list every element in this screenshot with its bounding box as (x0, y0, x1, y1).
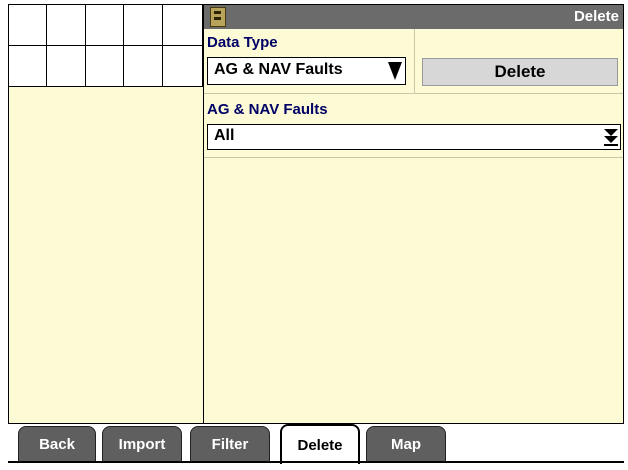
delete-button[interactable]: Delete (422, 58, 618, 86)
divider (204, 93, 623, 94)
dropdown-arrow-icon (388, 62, 402, 80)
tab-back[interactable]: Back (18, 426, 96, 462)
grid-cell[interactable] (86, 5, 124, 46)
window-title: Delete (573, 8, 619, 25)
grid-cell[interactable] (86, 46, 124, 87)
left-panel (8, 4, 204, 424)
grid-cell[interactable] (9, 5, 47, 46)
data-type-label: Data Type (207, 34, 278, 51)
grid-cell[interactable] (47, 5, 86, 46)
data-type-value: AG & NAV Faults (214, 61, 343, 78)
tab-import[interactable]: Import (102, 426, 182, 462)
main-panel: Delete Data Type AG & NAV Faults Delete … (204, 4, 624, 424)
grid-cell[interactable] (163, 46, 203, 87)
data-manager-icon (210, 7, 226, 27)
grid-cell[interactable] (124, 46, 163, 87)
tab-filter[interactable]: Filter (190, 426, 270, 462)
tab-map[interactable]: Map (366, 426, 446, 462)
empty-grid (9, 5, 203, 87)
dropdown-chevron-icon (604, 129, 618, 146)
faults-label: AG & NAV Faults (207, 101, 328, 118)
divider (204, 157, 623, 158)
title-bar: Delete (204, 5, 623, 29)
tab-bar-baseline (8, 461, 624, 463)
divider (414, 29, 415, 93)
data-type-select[interactable]: AG & NAV Faults (207, 57, 406, 85)
faults-select[interactable]: All (207, 124, 621, 150)
tab-delete[interactable]: Delete (280, 424, 360, 464)
grid-cell[interactable] (47, 46, 86, 87)
grid-cell[interactable] (163, 5, 203, 46)
grid-cell[interactable] (124, 5, 163, 46)
faults-value: All (214, 127, 235, 144)
grid-cell[interactable] (9, 46, 47, 87)
